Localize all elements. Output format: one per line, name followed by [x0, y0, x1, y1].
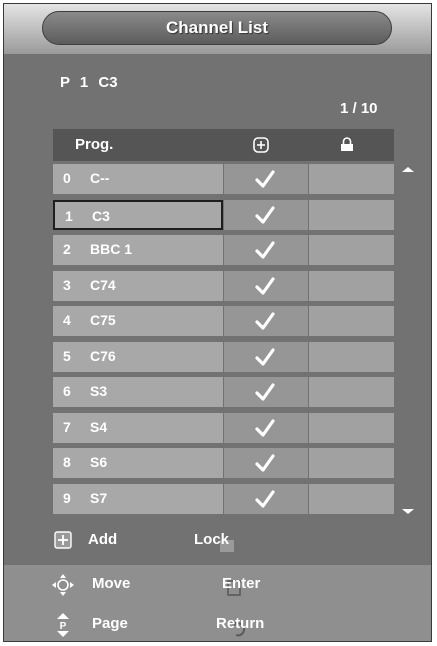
lock-cell[interactable]: [309, 235, 394, 265]
page-title: Channel List: [42, 11, 392, 45]
channel-row[interactable]: 0 C--: [53, 164, 394, 194]
channel-row[interactable]: 1 C3: [53, 199, 394, 230]
channel-row[interactable]: 7 S4: [53, 412, 394, 443]
lock-cell[interactable]: [309, 199, 394, 230]
channel-row[interactable]: 6 S3: [53, 377, 394, 407]
lock-cell[interactable]: [309, 341, 394, 372]
program-number: 2: [63, 241, 71, 257]
checkmark-icon: [255, 170, 275, 188]
checkmark-icon: [255, 489, 275, 508]
channel-name: BBC 1: [90, 241, 133, 257]
program-number: 7: [63, 418, 71, 435]
legend-lock-label: Lock: [194, 531, 230, 548]
channel-name: S6: [90, 454, 108, 470]
move-icon: [52, 574, 74, 596]
channel-name-cell: 8 S6: [53, 448, 223, 478]
add-cell[interactable]: [224, 412, 308, 443]
add-cell[interactable]: [224, 448, 308, 478]
checkmark-icon: [255, 347, 275, 366]
checkmark-icon: [255, 418, 275, 437]
program-number: 8: [63, 454, 71, 470]
add-cell[interactable]: [224, 270, 308, 301]
checkmark-icon: [255, 312, 275, 330]
channel-name: C75: [90, 312, 116, 328]
channel-name-cell: 2 BBC 1: [53, 235, 223, 265]
lock-cell[interactable]: [309, 164, 394, 194]
add-cell[interactable]: [224, 235, 308, 265]
channel-name-cell: 1 C3: [53, 199, 223, 230]
channel-name-cell: 3 C74: [53, 270, 223, 301]
add-cell[interactable]: [224, 377, 308, 407]
lock-cell[interactable]: [309, 377, 394, 407]
channel-name: S4: [90, 418, 108, 435]
lock-cell[interactable]: [309, 448, 394, 478]
svg-text:P: P: [60, 621, 67, 632]
current-channel: P 1 C3: [60, 74, 118, 91]
scroll-down-arrow-icon[interactable]: [402, 509, 414, 514]
footer-bar: Move Enter P Page Return: [4, 565, 431, 641]
page-icon: P: [57, 613, 69, 637]
program-number: 1: [65, 207, 73, 224]
title-bar: Channel List: [4, 4, 431, 54]
lock-cell[interactable]: [309, 483, 394, 514]
page-label: Page: [92, 615, 128, 632]
checkmark-icon: [255, 241, 275, 259]
program-number: 9: [63, 489, 71, 506]
channel-row[interactable]: 9 S7: [53, 483, 394, 514]
program-number: 5: [63, 347, 71, 364]
channel-name-cell: 9 S7: [53, 483, 223, 514]
add-cell[interactable]: [224, 483, 308, 514]
page-indicator: 1 / 10: [340, 100, 378, 117]
channel-name: C--: [90, 170, 110, 186]
lock-cell[interactable]: [309, 412, 394, 443]
scroll-up-arrow-icon[interactable]: [402, 167, 414, 172]
legend-add-label: Add: [88, 531, 118, 548]
add-icon: [54, 531, 72, 549]
lock-cell[interactable]: [309, 306, 394, 336]
add-cell[interactable]: [224, 306, 308, 336]
add-icon: [253, 137, 269, 153]
checkmark-icon: [255, 276, 275, 295]
program-number: 6: [63, 383, 71, 399]
checkmark-icon: [255, 454, 275, 472]
channel-row[interactable]: 8 S6: [53, 448, 394, 478]
channel-name-cell: 4 C75: [53, 306, 223, 336]
channel-name: C74: [90, 276, 116, 293]
program-number: 4: [63, 312, 71, 328]
program-number: 3: [63, 276, 71, 293]
channel-name-cell: 5 C76: [53, 341, 223, 372]
add-cell[interactable]: [224, 341, 308, 372]
channel-row[interactable]: 3 C74: [53, 270, 394, 301]
channel-name-cell: 0 C--: [53, 164, 223, 194]
channel-name: S7: [90, 489, 108, 506]
channel-list-window: Channel List P 1 C3 1 / 10 Prog. 0 C-- 1 C3…: [3, 3, 432, 642]
channel-name: C3: [92, 207, 110, 224]
move-label: Move: [92, 575, 131, 592]
enter-label: Enter: [222, 575, 261, 592]
channel-name: S3: [90, 383, 108, 399]
channel-row[interactable]: 4 C75: [53, 306, 394, 336]
return-label: Return: [216, 615, 265, 632]
channel-name: C76: [90, 347, 116, 364]
checkmark-icon: [255, 383, 275, 401]
channel-name-cell: 7 S4: [53, 412, 223, 443]
add-cell[interactable]: [224, 199, 308, 230]
prog-column-header: Prog.: [75, 136, 114, 153]
add-cell[interactable]: [224, 164, 308, 194]
channel-name-cell: 6 S3: [53, 377, 223, 407]
channel-row[interactable]: 5 C76: [53, 341, 394, 372]
lock-cell[interactable]: [309, 270, 394, 301]
lock-icon: [341, 137, 353, 151]
list-header: Prog.: [53, 129, 394, 161]
checkmark-icon: [255, 205, 275, 224]
program-number: 0: [63, 170, 71, 186]
channel-row[interactable]: 2 BBC 1: [53, 235, 394, 265]
